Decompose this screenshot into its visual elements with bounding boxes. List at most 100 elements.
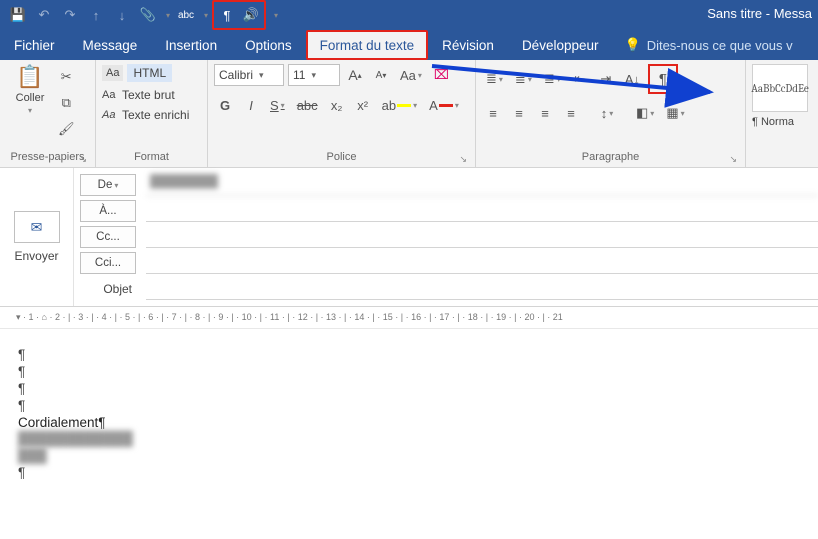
font-size-combo[interactable]: 11▾ bbox=[288, 64, 340, 86]
redo-icon[interactable]: ↷ bbox=[58, 3, 82, 27]
send-column: ✉ Envoyer bbox=[0, 168, 74, 306]
paste-label: Coller bbox=[16, 92, 45, 104]
group-styles-label bbox=[752, 147, 810, 167]
to-button[interactable]: À... bbox=[80, 200, 136, 222]
message-body[interactable]: ¶ ¶ ¶ ¶ Cordialement¶ ████████████ ███ ¶ bbox=[0, 329, 818, 500]
attach-dropdown[interactable] bbox=[162, 3, 172, 27]
plaintext-format-button[interactable]: Texte brut bbox=[122, 88, 175, 102]
copy-button[interactable]: ⧉ bbox=[54, 92, 79, 114]
sort-button[interactable]: A↓ bbox=[621, 68, 644, 90]
header-fields: De ████████ À... Cc... Cci... Objet bbox=[74, 168, 818, 306]
qat-customize-dropdown[interactable] bbox=[268, 3, 282, 27]
highlight-qat-pilcrow-group: ¶ 🔊 bbox=[212, 0, 266, 30]
next-item-icon[interactable]: ↓ bbox=[110, 3, 134, 27]
multilevel-list-button[interactable]: ≣ bbox=[540, 68, 565, 90]
group-clipboard-label: Presse-papiers ↘ bbox=[6, 147, 89, 167]
tab-insertion[interactable]: Insertion bbox=[151, 30, 231, 60]
group-paragraph: ≣ ≣ ≣ ⇤ ⇥ A↓ ¶ ≡ ≡ ≡ ≡ ↕ bbox=[476, 60, 746, 167]
group-styles: AaBbCcDdEe ¶ Norma bbox=[746, 60, 816, 167]
send-label: Envoyer bbox=[14, 249, 58, 263]
clipboard-dialog-launcher-icon[interactable]: ↘ bbox=[79, 154, 87, 165]
tell-me-label: Dites-nous ce que vous v bbox=[647, 38, 793, 53]
font-color-button[interactable]: A bbox=[425, 94, 463, 116]
superscript-button[interactable]: x² bbox=[352, 94, 374, 116]
aa-rich-icon: Aa bbox=[102, 109, 118, 121]
tab-options[interactable]: Options bbox=[231, 30, 306, 60]
horizontal-ruler[interactable]: ▾ · 1 · ⌂ · 2 · | · 3 · | · 4 · | · 5 · … bbox=[0, 307, 818, 329]
clear-formatting-button[interactable]: ⌧ bbox=[430, 64, 453, 86]
cut-button[interactable]: ✂ bbox=[54, 66, 79, 88]
quick-access-toolbar: 💾 ↶ ↷ ↑ ↓ 📎 abc ¶ 🔊 bbox=[0, 0, 282, 30]
html-format-button[interactable]: HTML bbox=[127, 64, 172, 82]
paste-button[interactable]: 📋 Coller ▾ bbox=[6, 64, 54, 115]
redacted-signature-line: ███ bbox=[18, 448, 800, 465]
prev-item-icon[interactable]: ↑ bbox=[84, 3, 108, 27]
tab-fichier[interactable]: Fichier bbox=[0, 30, 69, 60]
subject-input[interactable] bbox=[146, 278, 818, 300]
tab-developpeur[interactable]: Développeur bbox=[508, 30, 613, 60]
from-button[interactable]: De bbox=[80, 174, 136, 196]
strikethrough-button[interactable]: abc bbox=[293, 94, 322, 116]
ribbon-tabs: Fichier Message Insertion Options Format… bbox=[0, 30, 818, 60]
undo-icon[interactable]: ↶ bbox=[32, 3, 56, 27]
align-left-button[interactable]: ≡ bbox=[482, 102, 504, 124]
spelling-dropdown[interactable] bbox=[200, 3, 210, 27]
group-font: Calibri▾ 11▾ A▴ A▾ Aa ⌧ G I S abc x₂ bbox=[208, 60, 476, 167]
bcc-button[interactable]: Cci... bbox=[80, 252, 136, 274]
align-right-button[interactable]: ≡ bbox=[534, 102, 556, 124]
paragraph-dialog-launcher-icon[interactable]: ↘ bbox=[729, 154, 737, 165]
tab-revision[interactable]: Révision bbox=[428, 30, 508, 60]
style-normal-label: ¶ Norma bbox=[752, 116, 794, 128]
clipboard-icon: 📋 bbox=[16, 64, 43, 90]
subscript-button[interactable]: x₂ bbox=[326, 94, 348, 116]
group-paragraph-label: Paragraphe ↘ bbox=[482, 147, 739, 167]
format-painter-button[interactable]: 🖌 bbox=[54, 118, 79, 140]
group-format-label: Format bbox=[102, 147, 201, 167]
show-hide-marks-button[interactable]: ¶ bbox=[652, 68, 674, 90]
subject-label: Objet bbox=[80, 282, 136, 296]
richtext-format-button[interactable]: Texte enrichi bbox=[122, 108, 189, 122]
cc-input[interactable] bbox=[146, 226, 818, 248]
group-font-label: Police ↘ bbox=[214, 147, 469, 167]
font-dialog-launcher-icon[interactable]: ↘ bbox=[459, 154, 467, 165]
font-name-combo[interactable]: Calibri▾ bbox=[214, 64, 284, 86]
show-marks-icon[interactable]: ¶ bbox=[215, 3, 239, 27]
tell-me[interactable]: 💡 Dites-nous ce que vous v bbox=[613, 30, 793, 60]
bold-button[interactable]: G bbox=[214, 94, 236, 116]
bcc-input[interactable] bbox=[146, 252, 818, 274]
borders-button[interactable]: ▦ bbox=[662, 102, 688, 124]
aa-icon: Aa bbox=[102, 65, 123, 81]
highlight-pilcrow-ribbon: ¶ bbox=[648, 64, 678, 94]
underline-button[interactable]: S bbox=[266, 94, 289, 116]
read-aloud-icon[interactable]: 🔊 bbox=[239, 3, 263, 27]
italic-button[interactable]: I bbox=[240, 94, 262, 116]
decrease-indent-button[interactable]: ⇤ bbox=[569, 68, 591, 90]
increase-indent-button[interactable]: ⇥ bbox=[595, 68, 617, 90]
highlight-color-button[interactable]: ab bbox=[378, 94, 421, 116]
titlebar: 💾 ↶ ↷ ↑ ↓ 📎 abc ¶ 🔊 Sans titre - Messa bbox=[0, 0, 818, 30]
numbering-button[interactable]: ≣ bbox=[511, 68, 536, 90]
cc-button[interactable]: Cc... bbox=[80, 226, 136, 248]
grow-font-button[interactable]: A▴ bbox=[344, 64, 366, 86]
change-case-button[interactable]: Aa bbox=[396, 64, 426, 86]
paragraph-mark: ¶ bbox=[18, 347, 800, 364]
save-icon[interactable]: 💾 bbox=[6, 3, 30, 27]
attach-icon[interactable]: 📎 bbox=[136, 3, 160, 27]
bullets-button[interactable]: ≣ bbox=[482, 68, 507, 90]
paragraph-mark: ¶ bbox=[18, 398, 800, 415]
paragraph-mark: ¶ bbox=[18, 381, 800, 398]
spelling-icon[interactable]: abc bbox=[174, 3, 198, 27]
send-button[interactable]: ✉ bbox=[14, 211, 60, 243]
justify-button[interactable]: ≡ bbox=[560, 102, 582, 124]
line-spacing-button[interactable]: ↕ bbox=[596, 102, 618, 124]
signoff-text: Cordialement¶ bbox=[18, 415, 800, 432]
shading-button[interactable]: ◧ bbox=[632, 102, 658, 124]
style-preview-normal[interactable]: AaBbCcDdEe bbox=[752, 64, 808, 112]
align-center-button[interactable]: ≡ bbox=[508, 102, 530, 124]
to-input[interactable] bbox=[146, 200, 818, 222]
tab-message[interactable]: Message bbox=[69, 30, 152, 60]
paste-dropdown-icon[interactable]: ▾ bbox=[28, 106, 32, 115]
tab-format-du-texte[interactable]: Format du texte bbox=[306, 30, 429, 60]
shrink-font-button[interactable]: A▾ bbox=[370, 64, 392, 86]
from-value: ████████ bbox=[146, 174, 818, 196]
